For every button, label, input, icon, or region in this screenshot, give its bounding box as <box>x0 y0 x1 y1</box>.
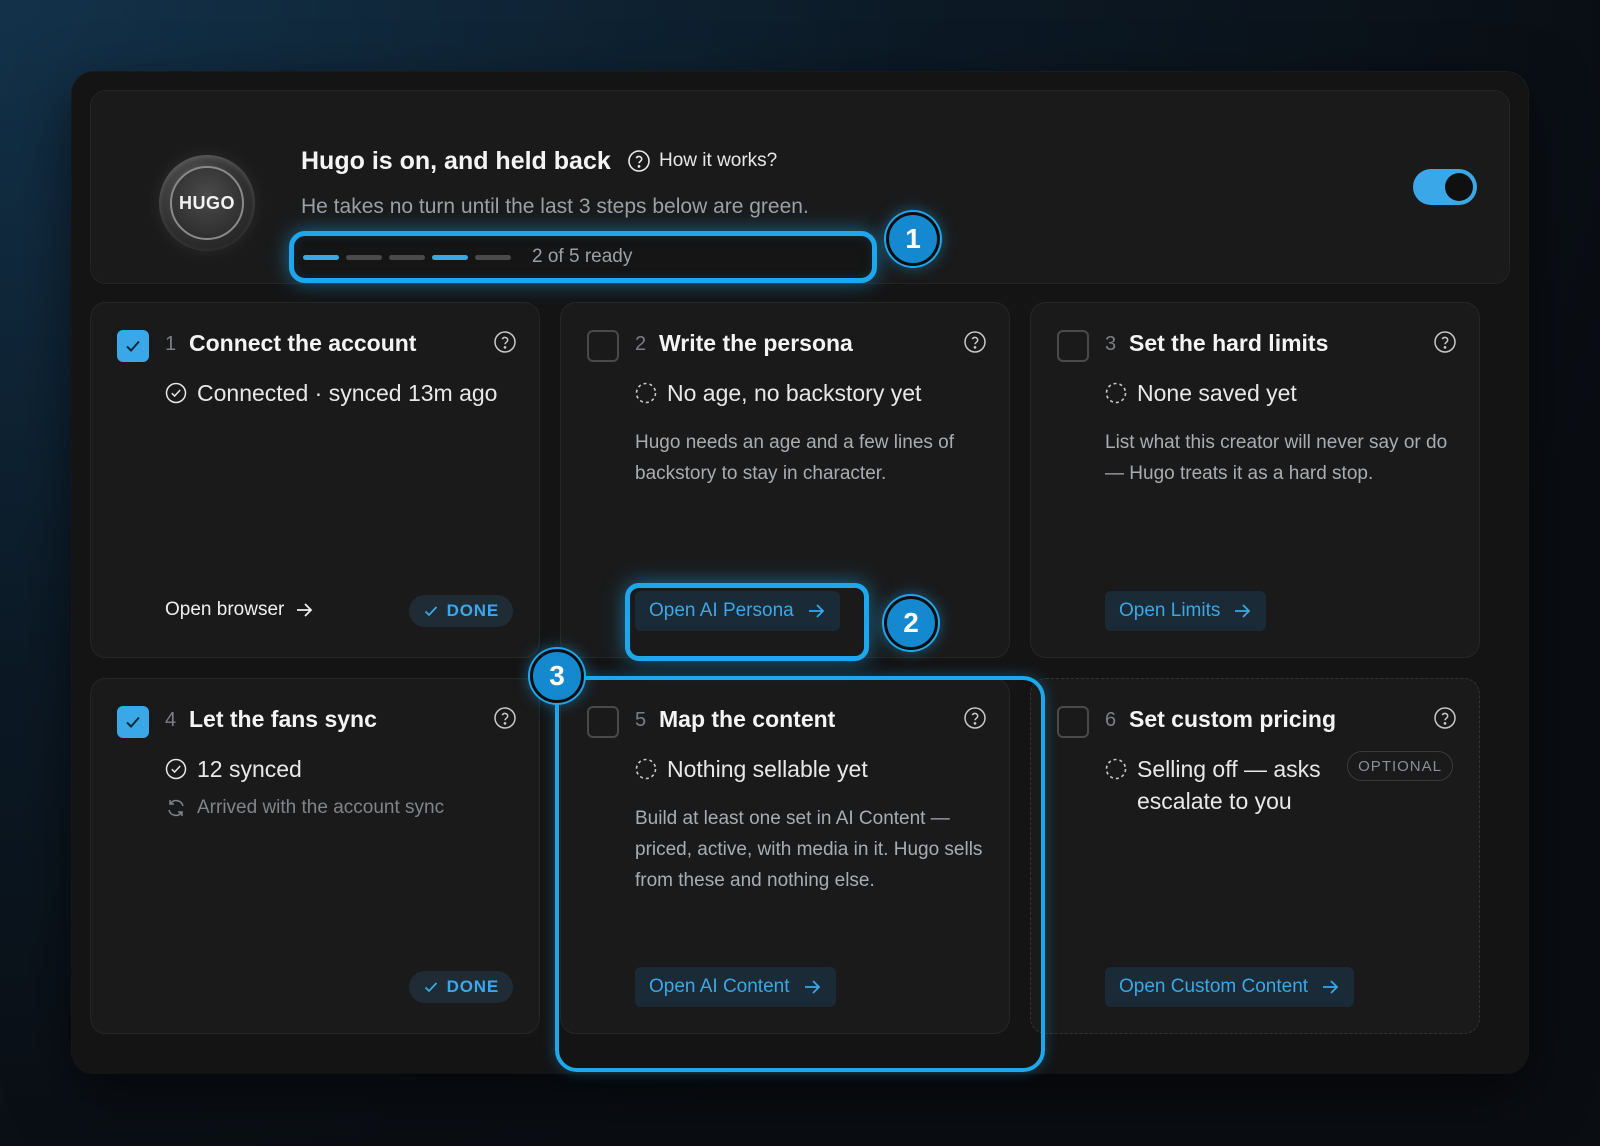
step-title: Let the fans sync <box>189 706 377 732</box>
step-checkbox[interactable] <box>1057 330 1089 362</box>
open-ai-content-button[interactable]: Open AI Content <box>635 967 836 1007</box>
step-card-write-persona: 2 Write the persona No age, no backstory… <box>560 302 1010 658</box>
done-label: DONE <box>446 601 499 620</box>
status-text: Nothing sellable yet <box>667 756 868 782</box>
check-icon <box>424 982 437 993</box>
open-browser-link[interactable]: Open browser <box>165 599 314 621</box>
ready-count: 2 of 5 ready <box>532 246 633 267</box>
step-number: 1 <box>165 333 177 355</box>
arrow-right-icon <box>1323 980 1339 994</box>
step-title: Connect the account <box>189 330 417 356</box>
sync-note: Arrived with the account sync <box>165 797 444 819</box>
step-card-fans-sync: 4 Let the fans sync 12 synced Arrived wi… <box>90 678 540 1034</box>
progress-segment-2 <box>346 254 382 260</box>
hugo-logo: HUGO <box>159 155 255 251</box>
action-label: Open Limits <box>1119 600 1221 621</box>
check-icon <box>126 340 140 352</box>
step-checkbox[interactable] <box>117 706 149 738</box>
step-description: Build at least one set in AI Content — p… <box>635 808 983 891</box>
open-limits-button[interactable]: Open Limits <box>1105 591 1267 631</box>
check-circle-icon <box>165 382 187 404</box>
callout-badge-3: 3 <box>530 649 584 703</box>
arrow-right-icon <box>297 603 313 617</box>
progress-segment-1 <box>303 254 339 260</box>
step-description: List what this creator will never say or… <box>1105 432 1448 484</box>
callout-badge-1: 1 <box>886 212 940 266</box>
step-card-connect-account: 1 Connect the account Connected · synced… <box>90 302 540 658</box>
action-label: Open browser <box>165 599 285 620</box>
pending-circle-icon <box>1105 758 1127 780</box>
step-status: None saved yet <box>1105 377 1297 409</box>
how-it-works-label: How it works? <box>659 150 778 171</box>
step-number: 5 <box>635 709 647 731</box>
status-text: 12 synced <box>197 756 302 782</box>
step-card-hard-limits: 3 Set the hard limits None saved yet Lis… <box>1030 302 1480 658</box>
help-icon[interactable] <box>963 330 987 354</box>
pending-circle-icon <box>635 758 657 780</box>
step-status: Selling off — asks escalate to you <box>1105 753 1325 817</box>
open-custom-content-button[interactable]: Open Custom Content <box>1105 967 1355 1007</box>
check-icon <box>126 716 140 728</box>
step-title: Map the content <box>659 706 836 732</box>
step-title: Set custom pricing <box>1129 706 1337 732</box>
help-icon[interactable] <box>963 706 987 730</box>
how-it-works-link[interactable]: How it works? <box>627 149 777 173</box>
arrow-right-icon <box>1235 604 1251 618</box>
step-description: Hugo needs an age and a few lines of bac… <box>635 432 955 484</box>
action-label: Open AI Persona <box>649 600 794 621</box>
sync-note-text: Arrived with the account sync <box>197 797 445 818</box>
progress-segment-4 <box>432 254 468 260</box>
step-number: 2 <box>635 333 647 355</box>
step-status: No age, no backstory yet <box>635 377 921 409</box>
step-status: Connected · synced 13m ago <box>165 377 497 409</box>
step-title: Set the hard limits <box>1129 330 1329 356</box>
header-subtitle: He takes no turn until the last 3 steps … <box>301 195 809 218</box>
progress-segment-3 <box>389 254 425 260</box>
setup-panel: HUGO Hugo is on, and held back How it wo… <box>72 72 1528 1073</box>
help-icon[interactable] <box>1433 330 1457 354</box>
arrow-right-icon <box>804 980 820 994</box>
step-status: Nothing sellable yet <box>635 753 868 785</box>
question-icon <box>628 150 650 172</box>
step-checkbox[interactable] <box>587 706 619 738</box>
callout-badge-2: 2 <box>884 596 938 650</box>
help-icon[interactable] <box>493 330 517 354</box>
step-checkbox[interactable] <box>587 330 619 362</box>
step-status: 12 synced <box>165 753 302 785</box>
status-text: No age, no backstory yet <box>667 380 922 406</box>
sync-icon <box>168 799 184 817</box>
done-badge: DONE <box>408 595 513 627</box>
logo-text: HUGO <box>170 166 244 240</box>
done-label: DONE <box>446 977 499 996</box>
status-text: None saved yet <box>1137 380 1297 406</box>
pending-circle-icon <box>635 382 657 404</box>
pending-circle-icon <box>1105 382 1127 404</box>
status-text: Connected · synced 13m ago <box>197 380 498 406</box>
help-icon[interactable] <box>493 706 517 730</box>
toggle-knob <box>1445 173 1473 201</box>
arrow-right-icon <box>808 604 824 618</box>
action-label: Open Custom Content <box>1119 976 1309 997</box>
header-title: Hugo is on, and held back <box>301 147 611 175</box>
step-number: 6 <box>1105 709 1117 731</box>
step-checkbox[interactable] <box>117 330 149 362</box>
open-ai-persona-button[interactable]: Open AI Persona <box>635 591 840 631</box>
readiness-progress: 2 of 5 ready <box>289 231 877 283</box>
step-title: Write the persona <box>659 330 853 356</box>
step-checkbox[interactable] <box>1057 706 1089 738</box>
action-label: Open AI Content <box>649 976 790 997</box>
status-text: Selling off — asks escalate to you <box>1137 756 1321 814</box>
status-header: HUGO Hugo is on, and held back How it wo… <box>90 90 1510 284</box>
step-card-map-content: 5 Map the content Nothing sellable yet B… <box>560 678 1010 1034</box>
step-number: 3 <box>1105 333 1117 355</box>
optional-badge: OPTIONAL <box>1347 751 1453 781</box>
done-badge: DONE <box>408 971 513 1003</box>
step-number: 4 <box>165 709 177 731</box>
check-circle-icon <box>165 758 187 780</box>
help-icon[interactable] <box>1433 706 1457 730</box>
check-icon <box>424 606 437 617</box>
step-card-custom-pricing: 6 Set custom pricing Selling off — asks … <box>1030 678 1480 1034</box>
hugo-toggle[interactable] <box>1413 169 1477 205</box>
progress-segment-5 <box>475 254 511 260</box>
